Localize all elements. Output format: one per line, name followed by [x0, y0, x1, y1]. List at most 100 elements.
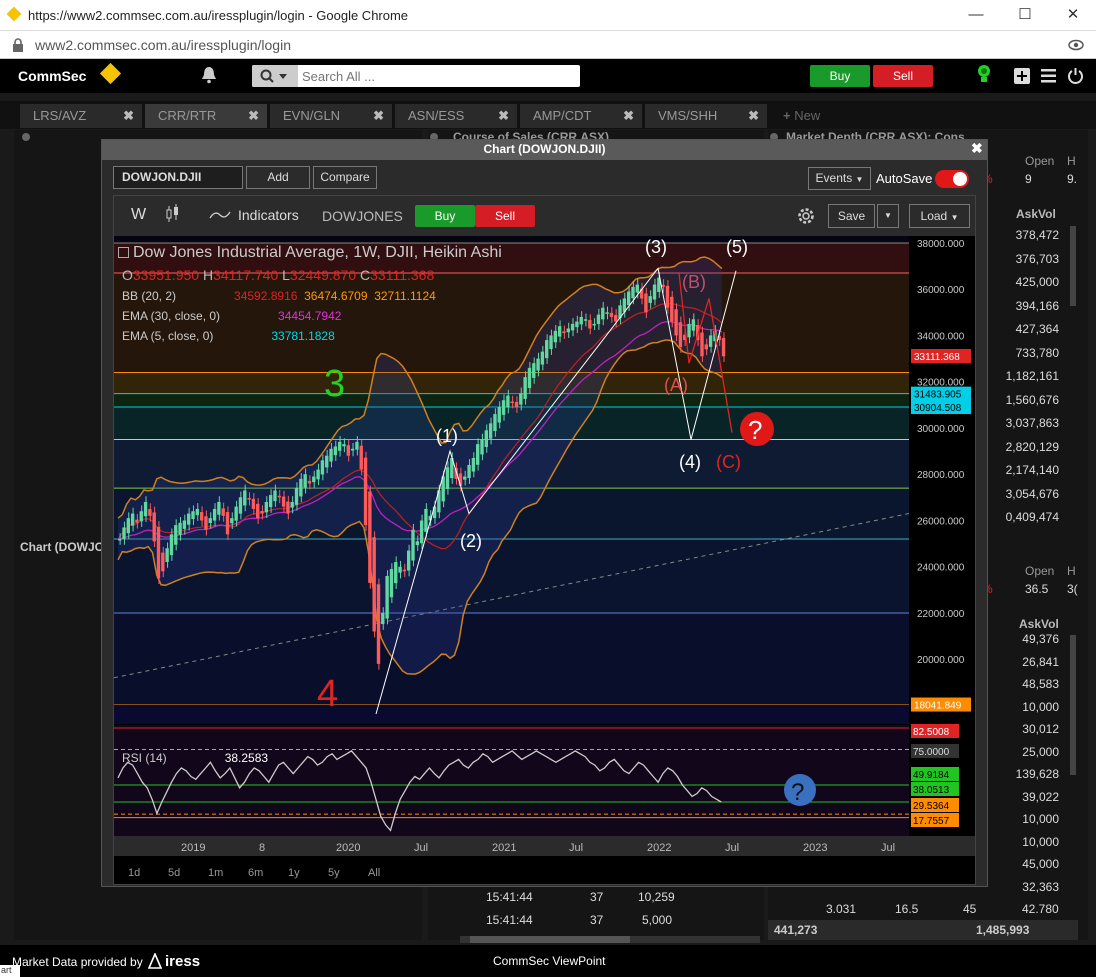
range-button-5y[interactable]: 5y — [328, 867, 340, 879]
eye-icon[interactable] — [1068, 39, 1084, 51]
add-icon[interactable] — [1014, 68, 1030, 84]
ohlc-key: O — [122, 267, 133, 283]
candle-body — [243, 490, 247, 506]
range-button-1y[interactable]: 1y — [288, 867, 300, 879]
ohlc-key: C — [360, 267, 371, 283]
candle-body — [514, 402, 519, 408]
candle-body — [174, 525, 178, 545]
cos-scrollbar[interactable] — [460, 936, 760, 943]
depth-scrollbar[interactable] — [1070, 226, 1076, 306]
range-button-1d[interactable]: 1d — [128, 867, 140, 879]
address-bar[interactable]: www2.commsec.com.au/iressplugin/login — [0, 31, 1096, 59]
wave-b-label: (B) — [682, 272, 706, 292]
bottom-status-bar: Market Data provided by iress CommSec Vi… — [0, 945, 1096, 977]
tab-evn-gln[interactable]: EVN/GLN ✖ — [270, 104, 392, 128]
depth-scrollbar[interactable] — [1070, 635, 1076, 775]
depth-total-right: 1,485,993 — [976, 923, 1030, 937]
interval-button[interactable]: W — [131, 206, 146, 224]
close-tab-icon[interactable]: ✖ — [248, 104, 259, 128]
candle-body — [277, 495, 281, 498]
candle-body — [488, 423, 493, 439]
modal-title: Chart (DOWJON.DJII) — [102, 140, 987, 160]
candle-body — [303, 474, 307, 488]
search-dropdown-button[interactable] — [252, 65, 298, 87]
price-badge-label: 30904.508 — [914, 403, 962, 414]
time-tick: 2019 — [181, 842, 205, 854]
save-dropdown-button[interactable]: ▼ — [877, 204, 899, 228]
candle-body — [187, 513, 191, 525]
candle-style-icon[interactable] — [166, 204, 180, 224]
candle-body — [238, 497, 243, 514]
range-button-6m[interactable]: 6m — [248, 867, 263, 879]
range-button-1m[interactable]: 1m — [208, 867, 223, 879]
price-badge-label: 18041.849 — [914, 701, 962, 712]
candle-body — [394, 562, 398, 584]
range-button-All[interactable]: All — [368, 867, 380, 879]
close-tab-icon[interactable]: ✖ — [373, 104, 384, 128]
search-box[interactable] — [252, 65, 580, 87]
tab-asn-ess[interactable]: ASN/ESS ✖ — [395, 104, 517, 128]
ohlc-key: H — [202, 267, 214, 283]
search-input[interactable] — [302, 68, 572, 84]
save-button[interactable]: Save — [828, 204, 875, 228]
price-badge-label: 33111.368 — [914, 352, 960, 363]
candle-body — [575, 321, 579, 328]
collapse-legend-icon[interactable] — [118, 247, 129, 259]
cos-price: 37 — [590, 913, 604, 927]
close-tab-icon[interactable]: ✖ — [123, 104, 134, 128]
close-tab-icon[interactable]: ✖ — [748, 104, 759, 128]
tab-crr-rtr[interactable]: CRR/RTR ✖ — [145, 104, 267, 128]
browser-title-bar: https://www2.commsec.com.au/iressplugin/… — [0, 0, 1096, 31]
bell-icon[interactable] — [201, 66, 217, 84]
candle-body — [178, 522, 182, 535]
price-tick: 20000.000 — [917, 655, 965, 666]
candle-body — [678, 322, 683, 348]
gear-icon[interactable] — [796, 206, 816, 226]
tab-lrs-avz[interactable]: LRS/AVZ ✖ — [20, 104, 142, 128]
tab-vms-shh[interactable]: VMS/SHH ✖ — [645, 104, 767, 128]
close-modal-icon[interactable]: ✖ — [971, 140, 983, 157]
chart-sell-button[interactable]: Sell — [475, 205, 535, 227]
load-label: Load — [920, 209, 948, 223]
minimize-button[interactable]: — — [956, 4, 996, 26]
add-button[interactable]: Add — [246, 166, 310, 189]
chart-buy-button[interactable]: Buy — [415, 205, 475, 227]
tab-amp-cdt[interactable]: AMP/CDT ✖ — [520, 104, 642, 128]
maximize-button[interactable]: ☐ — [1005, 4, 1045, 26]
candle-body — [389, 569, 394, 598]
indicators-button[interactable]: Indicators — [238, 207, 299, 223]
candle-body — [143, 501, 148, 517]
search-icon — [260, 69, 287, 83]
load-dropdown[interactable]: Load ▼ — [909, 204, 970, 228]
new-tab-button[interactable]: + New — [770, 104, 840, 128]
candle-body — [122, 527, 126, 539]
close-window-button[interactable]: ✕ — [1053, 4, 1093, 26]
symbol-input[interactable]: DOWJON.DJII — [113, 166, 243, 189]
close-tab-icon[interactable]: ✖ — [498, 104, 509, 128]
lightbulb-icon[interactable] — [977, 64, 991, 86]
candle-body — [161, 552, 165, 572]
rsi-badge-label: 29.5364 — [913, 801, 950, 812]
depth-value: 42.780 — [1022, 902, 1059, 916]
rsi-badge-label: 17.7557 — [913, 816, 950, 827]
compare-button[interactable]: Compare — [313, 166, 377, 189]
depth-h-header: H — [1067, 154, 1076, 168]
top-sell-button[interactable]: Sell — [873, 65, 933, 87]
candle-body — [199, 512, 204, 521]
close-tab-icon[interactable]: ✖ — [623, 104, 634, 128]
ohlc-value: 33951.950 — [132, 267, 200, 283]
cos-time: 15:41:44 — [486, 890, 533, 904]
events-dropdown[interactable]: Events ▼ — [808, 167, 871, 190]
autosave-toggle[interactable] — [935, 170, 969, 188]
commsec-diamond-icon — [99, 62, 122, 85]
wave-a-label: (A) — [664, 375, 688, 395]
top-buy-button[interactable]: Buy — [810, 65, 870, 87]
range-button-5d[interactable]: 5d — [168, 867, 180, 879]
ema5-value: 33781.1828 — [271, 329, 335, 343]
menu-icon[interactable] — [1041, 69, 1056, 83]
candle-body — [609, 312, 614, 317]
candle-body — [130, 513, 135, 526]
power-icon[interactable] — [1067, 67, 1084, 84]
url-text[interactable]: www2.commsec.com.au/iressplugin/login — [35, 37, 291, 53]
candle-body — [626, 291, 631, 306]
